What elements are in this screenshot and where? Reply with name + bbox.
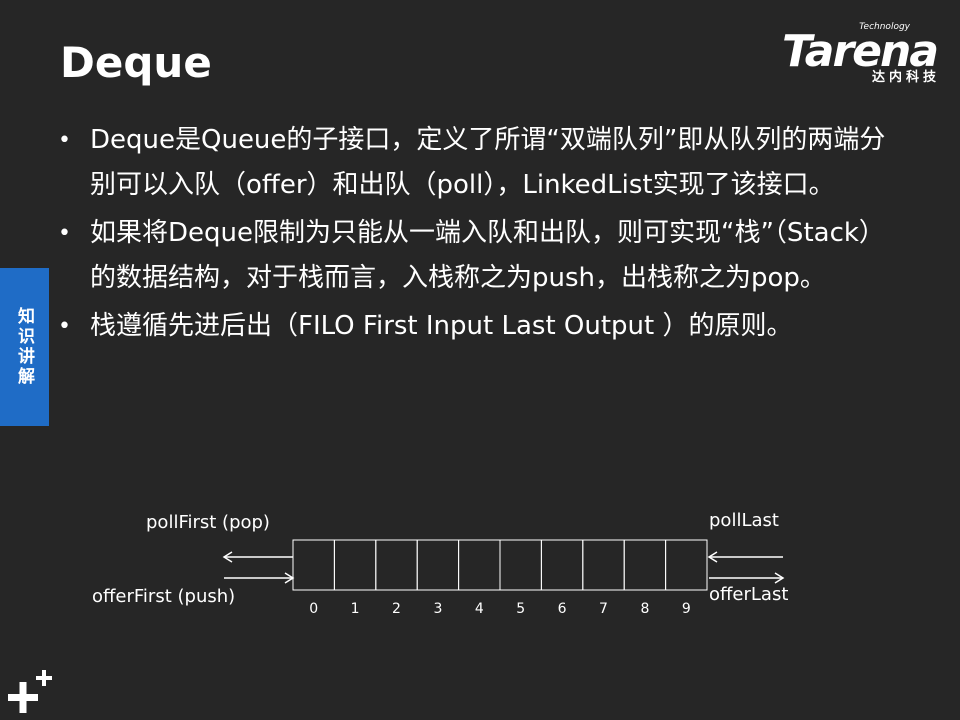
cell-index-label: 7 <box>599 601 608 617</box>
deque-cell <box>582 539 625 591</box>
cell-index-label: 6 <box>558 601 567 617</box>
deque-svg: 0 1 2 3 4 5 6 7 8 9 <box>222 539 785 617</box>
deque-cells <box>292 539 708 591</box>
deque-cell <box>623 539 667 591</box>
deque-cell <box>499 539 542 591</box>
deque-cell <box>333 539 377 591</box>
cell-index-label: 3 <box>433 601 442 617</box>
deque-indices: 0 1 2 3 4 5 6 7 8 9 <box>309 601 691 617</box>
cell-index-label: 2 <box>392 601 401 617</box>
plus-plus-icon <box>8 670 52 713</box>
cell-index-label: 0 <box>309 601 318 617</box>
cell-index-label: 8 <box>640 601 649 617</box>
cell-index-label: 4 <box>475 601 484 617</box>
cell-index-label: 1 <box>351 601 360 617</box>
deque-cell <box>458 539 501 591</box>
deque-cell <box>540 539 584 591</box>
cell-index-label: 5 <box>516 601 525 617</box>
deque-diagram: pollFirst (pop) offerFirst (push) pollLa… <box>0 0 960 720</box>
deque-cell <box>375 539 418 591</box>
deque-cell <box>665 539 708 591</box>
deque-cell <box>416 539 460 591</box>
cell-index-label: 9 <box>682 601 691 617</box>
deque-cell <box>292 539 335 591</box>
